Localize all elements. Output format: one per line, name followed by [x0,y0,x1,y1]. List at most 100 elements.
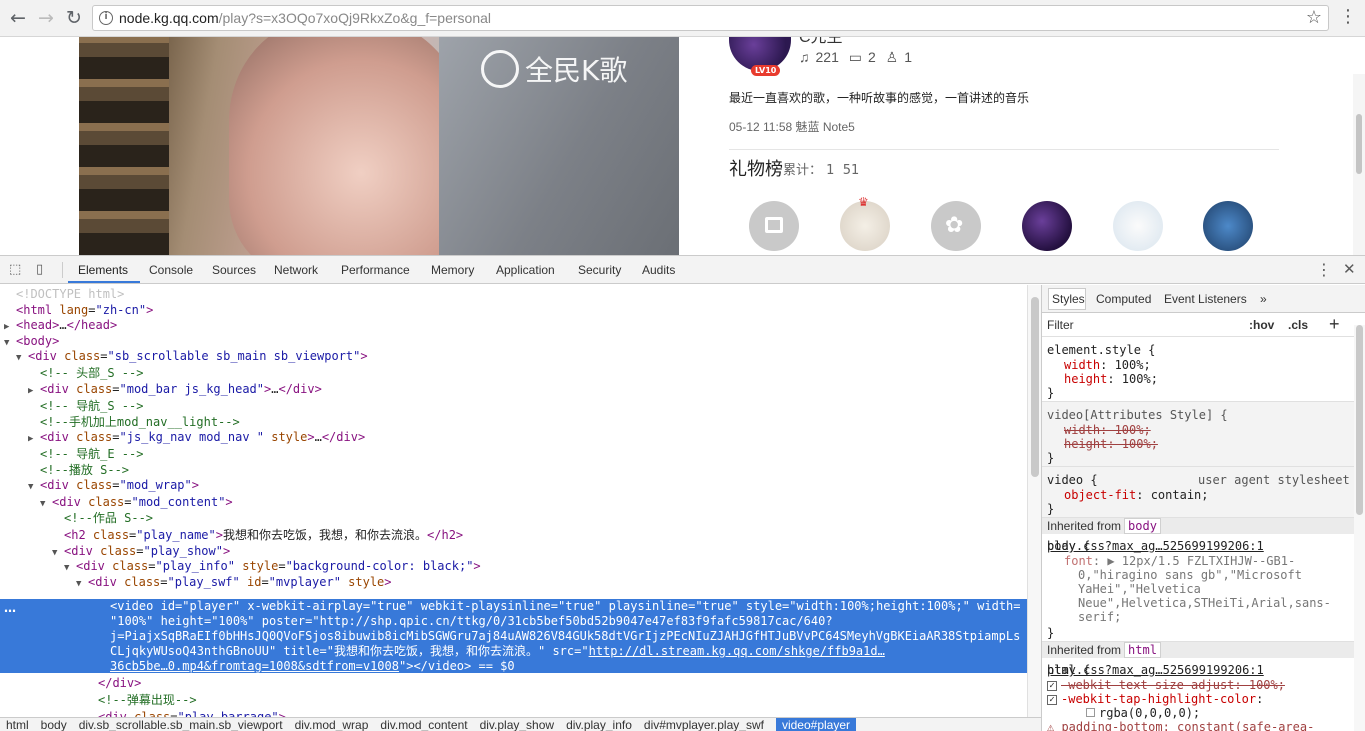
decl-text-size-adjust[interactable]: ✓ -webkit-text-size-adjust: 100%; [1047,678,1285,692]
breadcrumb-item[interactable]: video#player [775,718,856,731]
tab-memory[interactable]: Memory [431,263,474,277]
breadcrumb-item[interactable]: div.play_info [566,718,632,731]
play-css-link-body[interactable]: play.css?max_ag…525699199206:1 [1047,539,1354,553]
tab-sources[interactable]: Sources [212,263,256,277]
device-toggle-icon[interactable]: ▯ [36,262,43,277]
page-scrollbar[interactable] [1353,74,1365,255]
tab-styles[interactable]: Styles [1052,292,1085,306]
bookmark-star-icon[interactable]: ☆ [1306,7,1322,28]
collapse-triangle-icon[interactable]: ▼ [16,351,28,366]
dom-node-line[interactable]: ▼ <div class="play_show"> [52,544,230,559]
gift-avatar-1[interactable]: ♛ [840,195,890,251]
reload-icon[interactable]: ↻ [62,6,86,30]
styles-scroll-thumb[interactable] [1356,325,1363,515]
url-text[interactable]: node.kg.qq.com/play?s=x3OQo7xoQj9RkxZo&g… [119,10,491,26]
address-bar[interactable]: i node.kg.qq.com/play?s=x3OQo7xoQj9RkxZo… [92,5,1329,31]
gift-avatar-4[interactable] [1203,201,1253,251]
breadcrumb-item[interactable]: div#mvplayer.play_swf [644,718,764,731]
tab-elements[interactable]: Elements [78,263,128,277]
tab-application[interactable]: Application [496,263,555,277]
cls-toggle[interactable]: .cls [1288,318,1308,332]
breadcrumb-item[interactable]: div.mod_wrap [295,718,369,731]
dom-node-line[interactable]: <!--作品 S--> [52,511,153,526]
dom-node-line[interactable]: <!DOCTYPE html> [4,287,124,302]
dom-node-line[interactable]: <!--播放 S--> [28,463,129,478]
gift-box-icon[interactable] [749,201,799,251]
elements-scroll-thumb[interactable] [1031,297,1039,477]
dom-node-line[interactable]: <div class="play_barrage"> [98,710,286,717]
dom-node-line[interactable]: ▼ <div class="mod_content"> [40,495,233,510]
selected-node-line: j=PiajxSqBRaEIf0bHHsJQ0QVoFSjos8ibuwib8i… [110,629,1021,643]
inspect-element-icon[interactable]: ⬚ [9,262,21,277]
decl-tap-highlight[interactable]: ✓ -webkit-tap-highlight-color: [1047,692,1263,706]
page-scroll-thumb[interactable] [1356,114,1362,174]
new-style-rule-icon[interactable]: + [1329,314,1340,335]
checkbox-icon[interactable]: ✓ [1047,680,1057,691]
collapse-triangle-icon[interactable]: ▼ [64,561,76,576]
rule-close: } [1047,626,1055,640]
user-name[interactable]: C先生 [799,37,843,47]
dom-node-line[interactable]: <!-- 导航_E --> [28,447,143,462]
dom-node-line[interactable]: ▼ <div class="mod_wrap"> [28,478,199,493]
breadcrumb-item[interactable]: div.sb_scrollable.sb_main.sb_viewport [79,718,283,731]
dom-node-line[interactable]: ▼ <body> [4,334,59,349]
selected-dom-node[interactable]: … <video id="player" x-webkit-airplay="tr… [0,599,1027,673]
forward-arrow-icon[interactable]: → [34,6,58,30]
browser-menu-icon[interactable]: ⋮ [1339,6,1357,27]
dom-node-line[interactable]: <!-- 头部_S --> [28,366,143,381]
decl-font[interactable]: font: ▶ 12px/1.5 FZLTXIHJW--GB1- [1064,554,1295,568]
tab-audits[interactable]: Audits [642,263,675,277]
tab-console[interactable]: Console [149,263,193,277]
expand-triangle-icon[interactable]: ▶ [28,432,40,447]
dom-node-line[interactable]: <!-- 导航_S --> [28,399,143,414]
devtools-menu-icon[interactable]: ⋮ [1316,260,1332,279]
dom-node-line[interactable]: ▼ <div class="play_swf" id="mvplayer" sty… [76,575,392,590]
expand-triangle-icon[interactable]: ▶ [28,384,40,399]
dom-node-line[interactable]: ▶ <head>…</head> [4,318,117,333]
inherited-body-tag[interactable]: body [1124,518,1161,534]
collapse-triangle-icon[interactable]: ▼ [4,336,16,351]
tab-security[interactable]: Security [578,263,621,277]
tab-event-listeners[interactable]: Event Listeners [1164,292,1247,306]
breadcrumb-item[interactable]: html [6,718,29,731]
collapse-triangle-icon[interactable]: ▼ [40,497,52,512]
dom-node-line[interactable]: ▼ <div class="play_info" style="backgroun… [64,559,481,574]
tab-network[interactable]: Network [274,263,318,277]
collapse-triangle-icon[interactable]: ▼ [28,480,40,495]
dom-node-line[interactable]: <h2 class="play_name">我想和你去吃饭，我想，和你去流浪。<… [52,528,463,543]
collapse-triangle-icon[interactable]: ▼ [76,577,88,592]
gift-avatar-3[interactable] [1113,201,1163,251]
tab-performance[interactable]: Performance [341,263,410,277]
decl-width[interactable]: width: 100%; [1064,358,1151,372]
video-player[interactable]: 全民K歌 [79,37,679,255]
dom-node-line[interactable]: ▶ <div class="mod_bar js_kg_head">…</div> [28,382,322,397]
elements-scrollbar[interactable] [1027,285,1041,717]
collapse-triangle-icon[interactable]: ▼ [52,546,64,561]
dom-node-line[interactable]: <!--手机加上mod_nav__light--> [28,415,240,430]
info-icon[interactable]: i [99,11,113,25]
gift-flower-icon[interactable]: ✿ [931,201,981,251]
back-arrow-icon[interactable]: ← [6,6,30,30]
close-devtools-icon[interactable]: ✕ [1343,260,1356,278]
dom-node-line[interactable]: ▼ <div class="sb_scrollable sb_main sb_vi… [16,349,368,364]
dom-node-line[interactable]: <!--弹幕出现--> [98,693,197,708]
styles-filter-input[interactable]: Filter [1047,318,1074,332]
elements-tree[interactable]: <!DOCTYPE html> <html lang="zh-cn"> ▶ <head… [0,285,1027,717]
inherited-html-tag[interactable]: html [1124,642,1161,658]
rule-close: } [1047,386,1055,400]
play-css-link-html[interactable]: play.css?max_ag…525699199206:1 [1047,663,1354,677]
checkbox-icon[interactable]: ✓ [1047,694,1057,705]
dom-node-line[interactable]: <html lang="zh-cn"> [4,303,153,318]
node-actions-ellipsis-icon[interactable]: … [4,601,16,615]
decl-height[interactable]: height: 100%; [1064,372,1158,386]
breadcrumb-item[interactable]: div.play_show [480,718,554,731]
gift-avatar-2[interactable] [1022,201,1072,251]
tab-computed[interactable]: Computed [1096,292,1151,306]
styles-scrollbar[interactable] [1354,325,1365,731]
dom-node-line[interactable]: ▶ <div class="js_kg_nav mod_nav " style>…… [28,430,365,445]
breadcrumb-item[interactable]: body [41,718,67,731]
dom-node-line[interactable]: </div> [98,676,141,691]
breadcrumb-item[interactable]: div.mod_content [380,718,467,731]
hov-toggle[interactable]: :hov [1249,318,1274,332]
tab-more-icon[interactable]: » [1260,292,1267,306]
